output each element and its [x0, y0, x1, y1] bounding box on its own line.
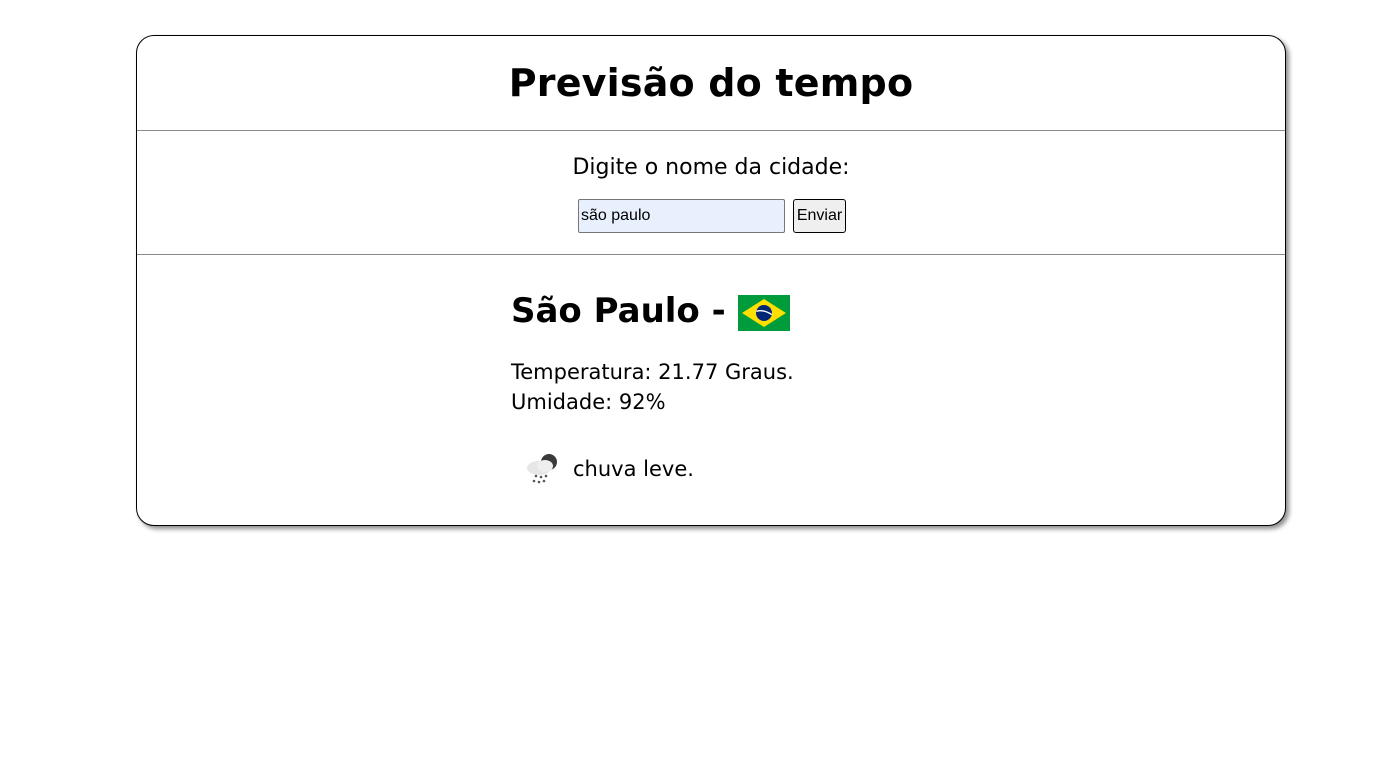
weather-condition: chuva leve. [523, 451, 694, 487]
light-rain-icon [527, 454, 557, 484]
city-label: Digite o nome da cidade: [572, 155, 850, 180]
weather-description: chuva leve. [573, 457, 694, 481]
send-button[interactable]: Enviar [793, 199, 846, 233]
page-title: Previsão do tempo [508, 61, 914, 105]
city-name: São Paulo - [511, 291, 726, 331]
humidity-text: Umidade: 92% [511, 390, 666, 414]
search-form: Digite o nome da cidade: Enviar [137, 131, 1285, 255]
header: Previsão do tempo [137, 36, 1285, 131]
city-heading: São Paulo - [511, 291, 790, 331]
weather-info: Temperatura: 21.77 Graus. Umidade: 92% [511, 357, 794, 417]
temperature-text: Temperatura: 21.77 Graus. [511, 360, 794, 384]
weather-result: São Paulo - Temperatura: 21.77 Graus. Um… [137, 255, 1285, 525]
city-input[interactable] [578, 199, 785, 233]
weather-card: Previsão do tempo Digite o nome da cidad… [136, 35, 1286, 526]
brazil-flag-icon [737, 295, 790, 331]
